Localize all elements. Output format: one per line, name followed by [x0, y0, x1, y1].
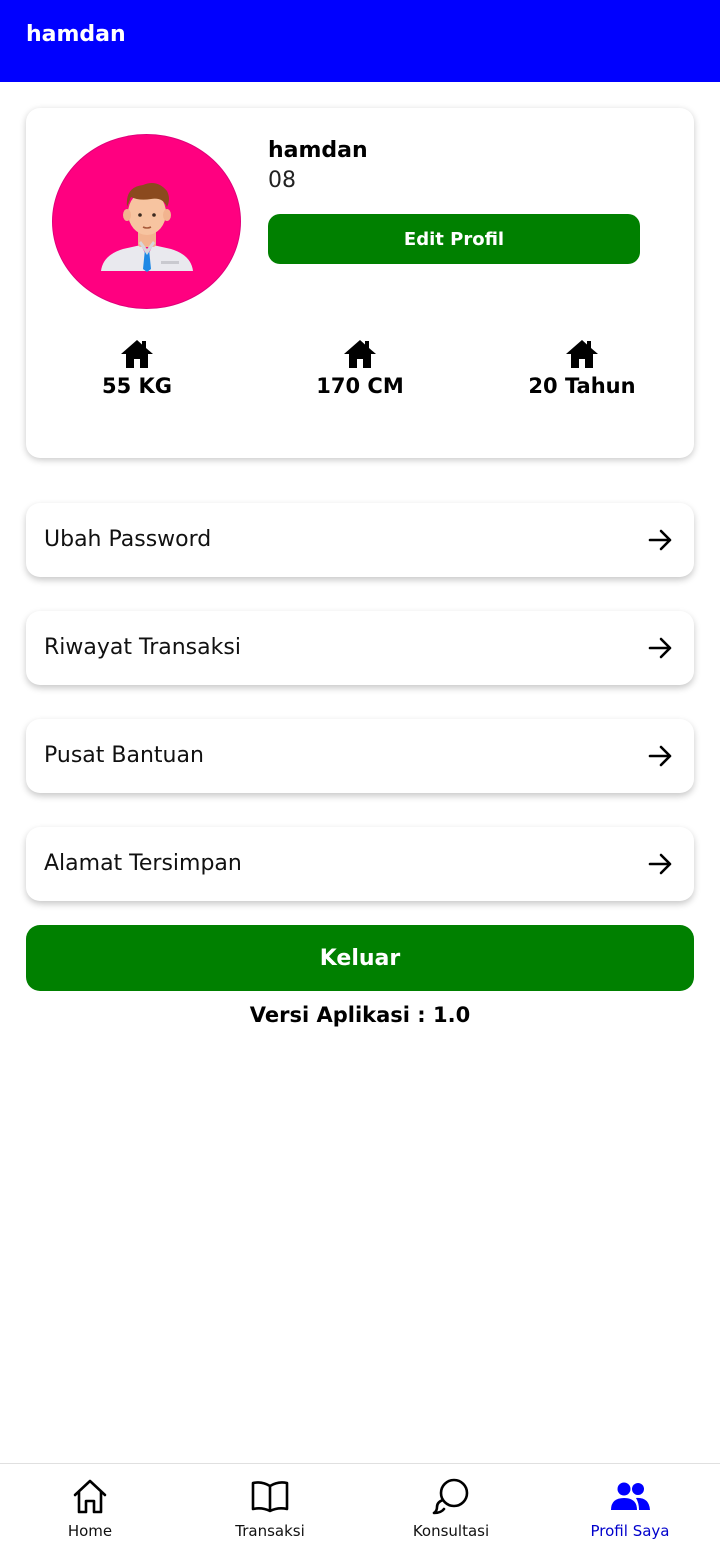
stat-age: 20 Tahun: [502, 338, 662, 398]
menu-item-ubah-password[interactable]: Ubah Password: [26, 503, 694, 577]
home-icon: [566, 340, 598, 368]
app-bar: hamdan: [0, 0, 720, 82]
arrow-right-icon: [648, 745, 672, 767]
menu-item-riwayat-transaksi[interactable]: Riwayat Transaksi: [26, 611, 694, 685]
menu-item-label: Alamat Tersimpan: [44, 851, 242, 876]
logout-button[interactable]: Keluar: [26, 925, 694, 991]
menu-item-label: Pusat Bantuan: [44, 743, 204, 768]
home-outline-icon: [73, 1479, 107, 1514]
arrow-right-icon: [648, 637, 672, 659]
profile-phone: 08: [268, 168, 296, 193]
app-bar-title: hamdan: [26, 22, 126, 47]
menu-item-label: Ubah Password: [44, 527, 212, 552]
book-icon: [251, 1481, 289, 1513]
bottom-navigation: Home Transaksi Konsultasi Profil Saya: [0, 1463, 720, 1549]
menu-item-alamat-tersimpan[interactable]: Alamat Tersimpan: [26, 827, 694, 901]
nav-item-label: Home: [67, 1522, 113, 1540]
stat-weight: 55 KG: [57, 338, 217, 398]
person-avatar-icon: [101, 183, 193, 272]
edit-profile-button[interactable]: Edit Profil: [268, 214, 640, 264]
profile-card: hamdan 08 Edit Profil 55 KG 170 CM 20 Ta…: [26, 108, 694, 458]
profile-name: hamdan: [268, 138, 368, 163]
nav-item-transaksi[interactable]: Transaksi: [200, 1464, 340, 1550]
app-version-text: Versi Aplikasi : 1.0: [249, 1003, 471, 1027]
home-icon: [121, 340, 153, 368]
nav-item-label: Konsultasi: [412, 1522, 490, 1540]
nav-item-home[interactable]: Home: [20, 1464, 160, 1550]
stat-height-label: 170 CM: [316, 374, 404, 398]
arrow-right-icon: [648, 853, 672, 875]
people-icon: [611, 1482, 650, 1510]
home-icon: [344, 340, 376, 368]
menu-item-pusat-bantuan[interactable]: Pusat Bantuan: [26, 719, 694, 793]
chat-bubbles-icon: [432, 1478, 469, 1515]
stat-age-label: 20 Tahun: [528, 374, 636, 398]
avatar: [52, 134, 241, 309]
nav-item-label: Profil Saya: [590, 1522, 670, 1540]
nav-item-profil-saya[interactable]: Profil Saya: [560, 1464, 700, 1550]
nav-item-label: Transaksi: [235, 1522, 305, 1540]
nav-item-konsultasi[interactable]: Konsultasi: [381, 1464, 521, 1550]
arrow-right-icon: [648, 529, 672, 551]
menu-item-label: Riwayat Transaksi: [44, 635, 241, 660]
stat-height: 170 CM: [280, 338, 440, 398]
stat-weight-label: 55 KG: [101, 374, 173, 398]
